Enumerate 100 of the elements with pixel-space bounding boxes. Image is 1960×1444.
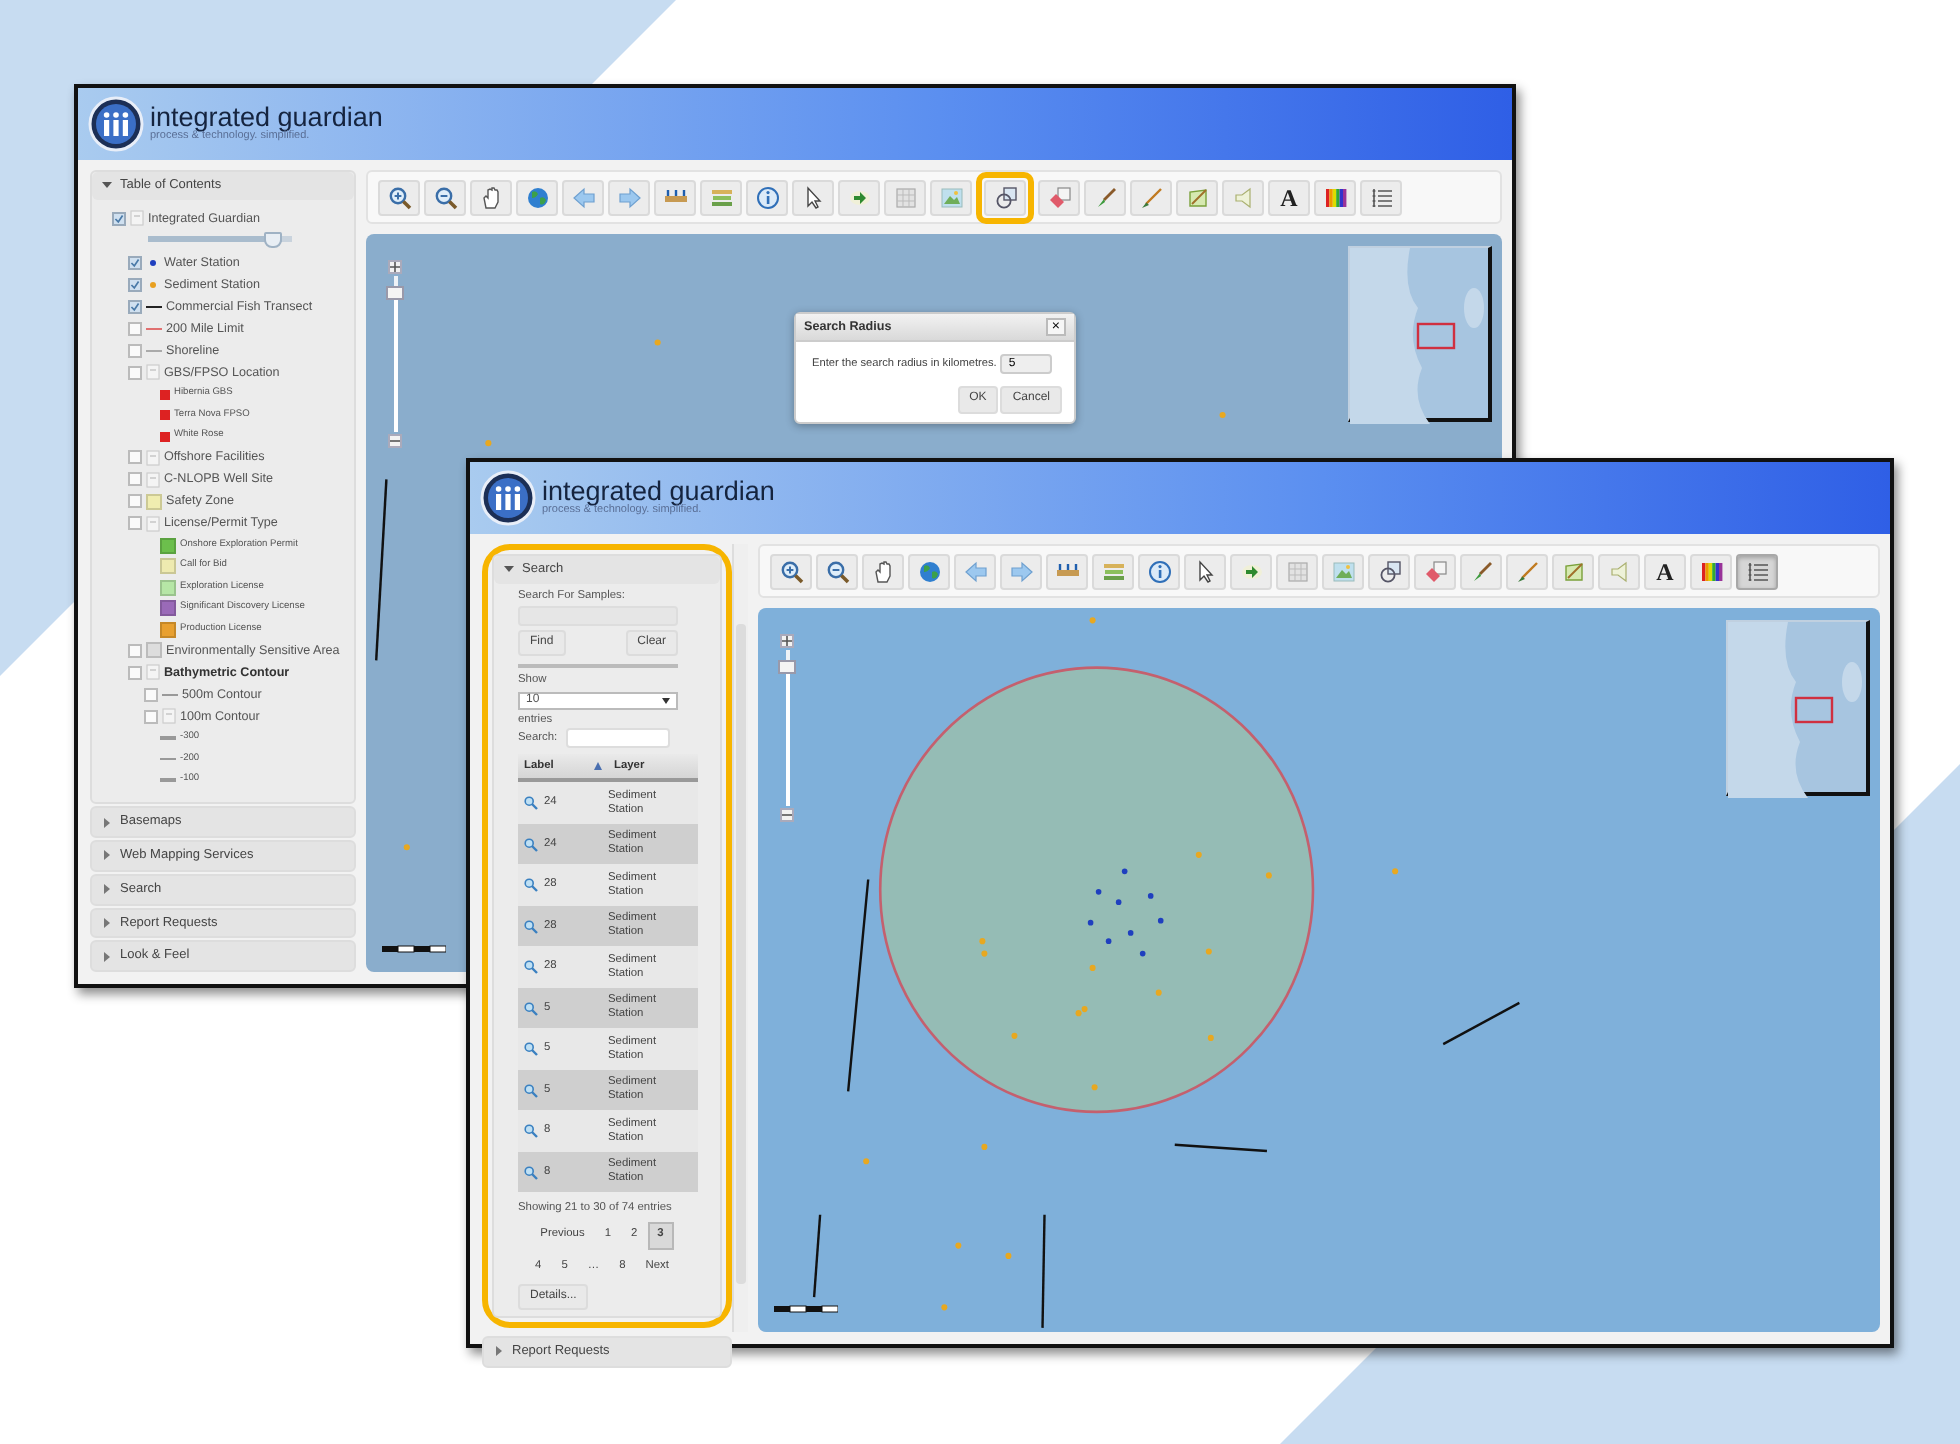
magnifier-icon[interactable] [524,1083,538,1098]
magnifier-icon[interactable] [524,796,538,811]
layer-icon [162,708,176,725]
pen-icon [1139,185,1163,209]
layer-checkbox[interactable] [128,494,142,509]
layer-icon [146,664,160,681]
polygon-icon [1185,185,1209,209]
tool-button[interactable] [516,179,558,215]
arrow-left-icon [963,559,987,583]
layer-checkbox[interactable] [128,321,142,336]
arrow-right-icon [617,185,641,209]
tool-button[interactable] [1552,553,1594,589]
layer-checkbox[interactable] [128,516,142,531]
globe-icon [525,185,549,209]
layer-checkbox[interactable] [128,450,142,465]
tool-button[interactable] [378,179,420,215]
scale-bar-drawing [382,942,446,956]
tool-button[interactable] [984,179,1026,215]
slider-thumb[interactable] [386,286,404,301]
hand-icon [479,185,503,209]
tool-button[interactable] [1230,553,1272,589]
polygon-icon [1561,559,1585,583]
tool-button[interactable] [1138,553,1180,589]
tool-button[interactable] [1046,553,1088,589]
magnifier-icon[interactable] [524,878,538,893]
tool-button[interactable] [770,553,812,589]
tool-button[interactable] [816,553,858,589]
tool-button[interactable] [654,179,696,215]
magnifier-icon[interactable] [524,960,538,975]
zoom-slider[interactable] [778,650,796,806]
layer-checkbox[interactable] [128,299,142,314]
tool-button[interactable] [1690,553,1732,589]
magnifier-icon[interactable] [524,1124,538,1139]
sort-icon[interactable] [594,762,602,771]
tool-button[interactable]: A [1644,553,1686,589]
speaker-icon [1231,185,1255,209]
layer-checkbox[interactable] [128,343,142,358]
layer-icon [146,515,160,532]
magnifier-icon[interactable] [524,837,538,852]
magnifier-icon[interactable] [524,1001,538,1016]
tool-button[interactable] [838,179,880,215]
tool-button[interactable] [1360,179,1402,215]
tool-button[interactable] [1736,553,1778,589]
tool-button[interactable] [470,179,512,215]
speaker-icon [1607,559,1631,583]
spectrum-icon [1699,559,1723,583]
zoom-in-button[interactable] [388,260,402,274]
overview-map[interactable] [1726,620,1870,796]
layer-icon [146,364,160,381]
globe-icon [917,559,941,583]
tool-button[interactable] [1414,553,1456,589]
magnifier-icon[interactable] [524,1165,538,1180]
caret-icon [102,884,112,895]
tool-button[interactable] [1368,553,1410,589]
layer-checkbox[interactable] [128,472,142,487]
layer-checkbox[interactable] [144,709,158,724]
overview-map[interactable] [1348,246,1492,422]
info-icon [1147,559,1171,583]
zoom-out-button[interactable] [388,434,402,448]
overlapping-shapes-icon [1377,559,1401,583]
cursor-icon [801,185,825,209]
layer-checkbox[interactable] [128,277,142,292]
app-title: integrated guardian [150,103,383,131]
tool-button[interactable] [792,179,834,215]
list-icon [1369,185,1393,209]
grid-icon [893,185,917,209]
magnifier-icon[interactable] [524,919,538,934]
layer-checkbox[interactable] [128,255,142,270]
layer-checkbox[interactable] [128,643,142,658]
tool-button[interactable] [908,553,950,589]
tool-button[interactable] [1184,553,1226,589]
tool-button[interactable] [1314,179,1356,215]
layer-icon [146,449,160,466]
filter-field[interactable] [565,728,670,749]
tool-button[interactable] [746,179,788,215]
magnifier-icon[interactable] [524,1042,538,1057]
zoom-slider[interactable] [386,276,404,432]
zoom-in-button[interactable] [780,634,794,648]
arrow-right-icon [1009,559,1033,583]
tool-button[interactable]: A [1268,179,1310,215]
arrow-left-icon [571,185,595,209]
logo-icon [480,470,536,526]
slider-thumb[interactable] [263,231,282,248]
layer-checkbox[interactable] [128,665,142,680]
layer-checkbox[interactable] [128,365,142,380]
tool-button[interactable] [1084,179,1126,215]
picture-icon [939,185,963,209]
arrow-circle-icon [1239,559,1263,583]
slider-thumb[interactable] [778,660,796,675]
tool-button[interactable] [1176,179,1218,215]
caret-icon [102,951,112,962]
overlapping-shapes-icon [993,185,1017,209]
layer-checkbox[interactable] [112,211,126,226]
tool-button[interactable] [862,553,904,589]
tool-button[interactable] [1460,553,1502,589]
tool-button[interactable] [424,179,466,215]
zoom-out-button[interactable] [780,808,794,822]
layer-checkbox[interactable] [144,687,158,702]
brush-icon [1093,185,1117,209]
tool-button[interactable] [1038,179,1080,215]
